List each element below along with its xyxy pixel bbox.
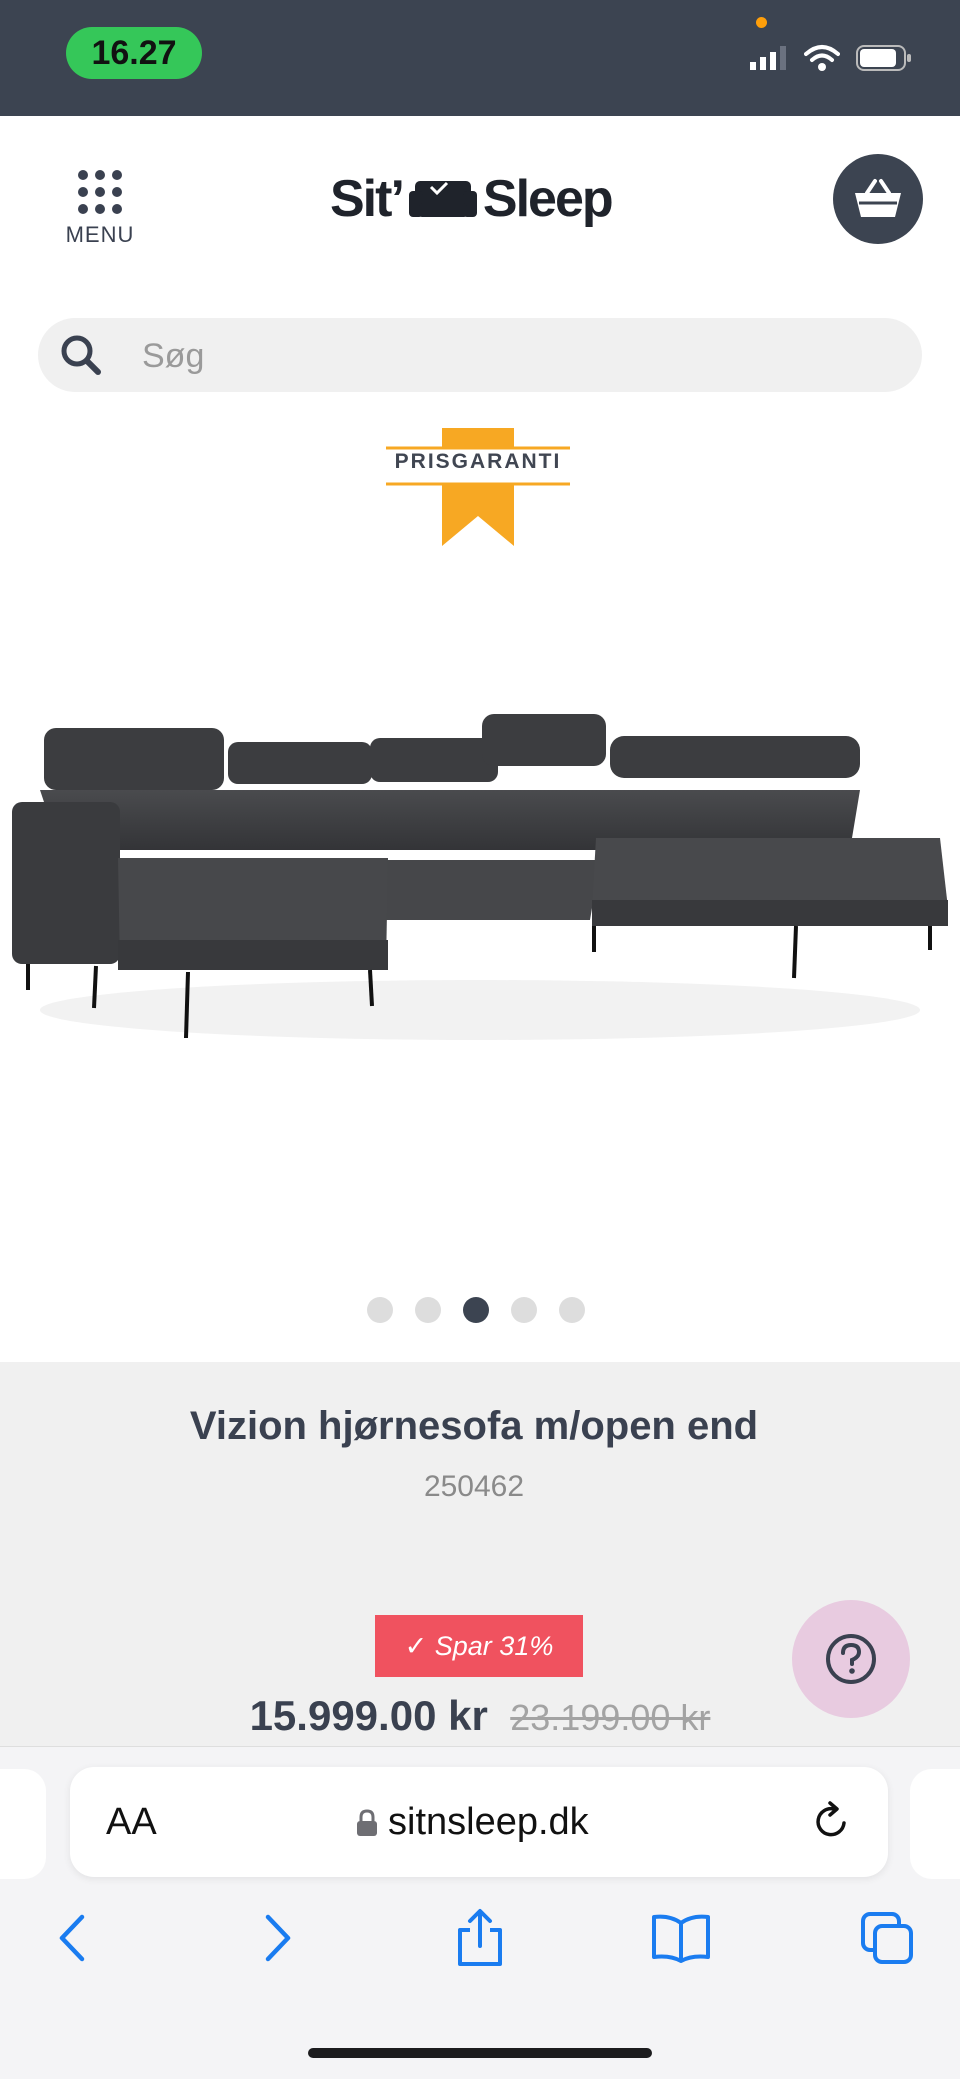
menu-grid-icon [58,170,142,214]
status-bar: 16.27 [0,0,960,116]
carousel-indicator [367,1297,585,1323]
site-header: MENU Sit’ Sleep [0,116,960,286]
next-tab-preview[interactable] [910,1769,960,1879]
battery-icon [856,45,911,71]
search-bar[interactable] [38,318,922,394]
forward-button[interactable] [244,1903,314,1973]
logo-text-right: Sleep [482,170,614,228]
tabs-button[interactable] [852,1903,922,1973]
menu-label: MENU [65,222,135,247]
bookmarks-button[interactable] [646,1903,716,1973]
question-icon [826,1634,876,1684]
basket-button[interactable] [833,154,923,244]
price-guarantee-ribbon-icon [386,428,570,546]
product-image[interactable] [0,690,960,1060]
menu-button[interactable]: MENU [58,170,142,248]
share-button[interactable] [445,1903,515,1973]
tabs-icon [861,1912,913,1964]
carousel-dot[interactable] [559,1297,585,1323]
status-time: 16.27 [66,27,202,79]
product-sku: 250462 [423,1470,525,1503]
url-text: sitnsleep.dk [388,1801,589,1843]
status-icons [750,44,912,72]
lock-icon [357,1808,377,1836]
old-price: 23.199.00 kr [510,1697,711,1738]
price-guarantee-label: PRISGARANTI [394,450,562,473]
address-bar[interactable]: AA sitnsleep.dk [70,1767,888,1877]
forward-icon [265,1914,291,1962]
basket-icon [855,179,901,217]
help-button[interactable] [792,1600,910,1718]
bookmarks-icon [652,1914,710,1963]
back-icon [59,1914,85,1962]
product-title: Vizion hjørnesofa m/open end [189,1404,759,1448]
previous-tab-preview[interactable] [0,1769,46,1879]
signal-icon [750,46,786,70]
search-icon [61,335,101,375]
back-button[interactable] [36,1903,106,1973]
site-logo[interactable]: Sit’ Sleep [330,164,630,234]
page-settings-button[interactable]: AA [106,1801,157,1844]
discount-badge: ✓ Spar 31% [375,1615,583,1677]
url-display[interactable]: sitnsleep.dk [356,1801,589,1844]
search-input[interactable] [140,318,884,394]
wifi-icon [804,45,840,71]
logo-text-left: Sit’ [330,170,405,228]
home-indicator[interactable] [308,2048,652,2058]
browser-toolbar [0,1903,960,1983]
carousel-dot-active[interactable] [463,1297,489,1323]
aa-label: AA [106,1801,157,1843]
browser-chrome: AA sitnsleep.dk [0,1746,960,2079]
sofa-logo-icon [408,181,477,217]
share-icon [458,1909,502,1966]
carousel-dot[interactable] [415,1297,441,1323]
current-price: 15.999.00 kr [249,1692,488,1739]
privacy-indicator-dot [756,17,767,28]
reload-icon[interactable] [810,1799,854,1843]
carousel-dot[interactable] [367,1297,393,1323]
carousel-dot[interactable] [511,1297,537,1323]
